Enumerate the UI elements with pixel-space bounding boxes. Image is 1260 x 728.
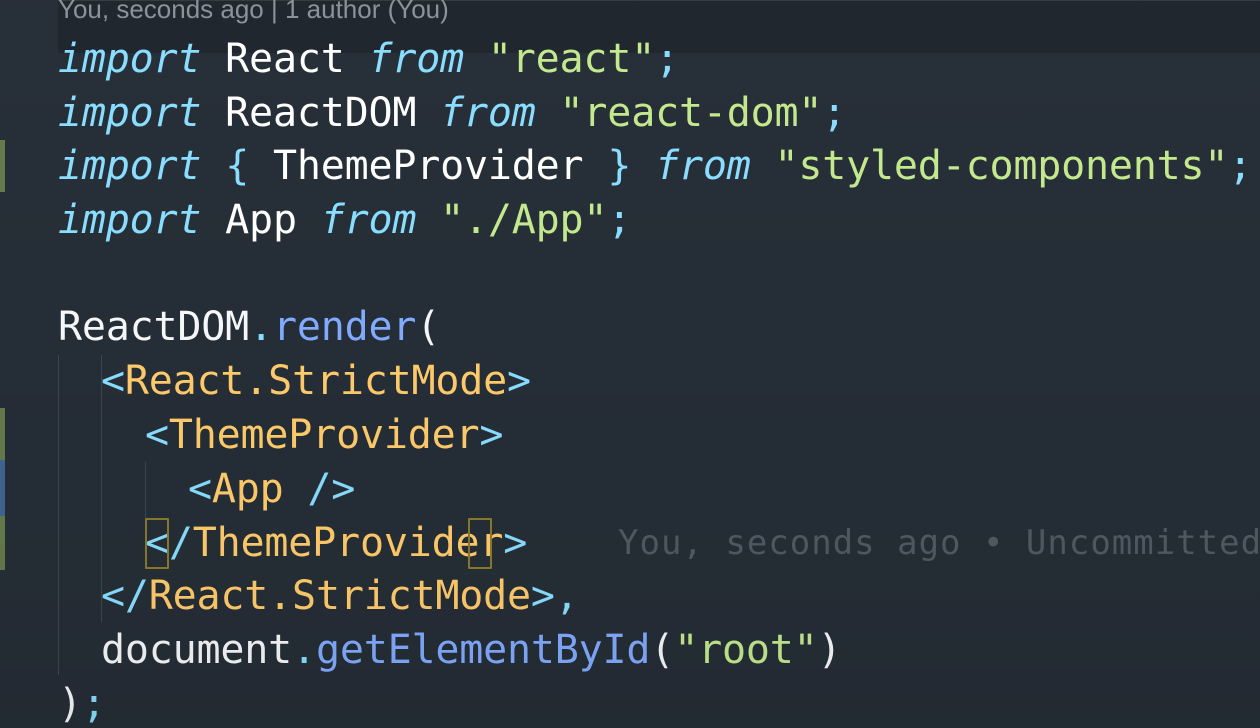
token: . xyxy=(249,304,273,350)
token: ; xyxy=(607,197,632,243)
token: render xyxy=(272,304,417,350)
token: < xyxy=(188,466,212,512)
token: import xyxy=(58,197,202,243)
token: "./App" xyxy=(440,197,608,243)
token: "react-dom" xyxy=(559,90,823,136)
token: from xyxy=(440,90,536,136)
code-line-jsx-open-strictmode[interactable]: <React.StrictMode> xyxy=(0,355,531,408)
token: ; xyxy=(1228,143,1253,189)
token: from xyxy=(655,143,751,189)
token: > xyxy=(503,520,528,566)
token: ReactDOM xyxy=(58,304,250,350)
token: getElementById xyxy=(315,627,651,673)
bracket-match-close-angle xyxy=(468,518,492,569)
token: import xyxy=(58,143,202,189)
token: ReactDOM xyxy=(201,90,441,136)
inline-blame-annotation[interactable]: You, seconds ago • Uncommitted xyxy=(618,517,1260,570)
token: ( xyxy=(650,627,675,673)
token: import xyxy=(58,36,202,82)
token: ThemeProvider xyxy=(192,520,504,566)
code-line-reactdom-render-call[interactable]: ReactDOM.render( xyxy=(0,301,440,354)
code-line-import-themeprovider[interactable]: import { ThemeProvider } from "styled-co… xyxy=(0,140,1252,193)
token: < xyxy=(145,412,169,458)
code-line-import-react[interactable]: import React from "react"; xyxy=(0,33,679,86)
token: React.StrictMode xyxy=(148,573,531,619)
token: > xyxy=(507,358,531,404)
token: App xyxy=(201,197,321,243)
token: > xyxy=(530,573,555,619)
code-line-closing-paren-semicolon[interactable]: ); xyxy=(0,678,106,728)
token: ( xyxy=(416,304,441,350)
token: "root" xyxy=(674,627,818,673)
token: import xyxy=(58,90,202,136)
token: from xyxy=(320,197,417,243)
token: ThemeProvider xyxy=(168,412,480,458)
code-line-import-reactdom[interactable]: import ReactDOM from "react-dom"; xyxy=(0,87,846,140)
token: . xyxy=(292,627,316,673)
bracket-match-open-angle xyxy=(145,518,169,569)
code-editor[interactable]: You, seconds ago | 1 author (You) import… xyxy=(0,0,1260,728)
token: /> xyxy=(307,466,356,512)
token: "styled-components" xyxy=(774,143,1229,189)
token: ; xyxy=(822,90,847,136)
token: < xyxy=(101,358,125,404)
code-line-jsx-app-selfclosing[interactable]: <App /> xyxy=(0,463,355,516)
token: from xyxy=(368,36,465,82)
token: , xyxy=(554,573,579,619)
token: > xyxy=(479,412,504,458)
token: ThemeProvider xyxy=(249,143,608,189)
code-line-jsx-open-themeprovider[interactable]: <ThemeProvider> xyxy=(0,409,503,462)
token: } xyxy=(607,143,632,189)
token: ) xyxy=(58,681,82,727)
token: ; xyxy=(655,36,679,82)
code-line-jsx-close-themeprovider[interactable]: </ThemeProvider> xyxy=(0,517,527,570)
code-line-jsx-close-strictmode[interactable]: </React.StrictMode>, xyxy=(0,570,579,623)
token: "react" xyxy=(487,36,656,82)
token: React xyxy=(201,36,369,82)
token: document xyxy=(101,627,293,673)
token: App xyxy=(211,466,308,512)
token: { xyxy=(225,143,250,189)
code-line-import-app[interactable]: import App from "./App"; xyxy=(0,194,631,247)
token: ; xyxy=(81,681,106,727)
token: React.StrictMode xyxy=(124,358,508,404)
token: </ xyxy=(101,573,149,619)
code-line-document-getelementbyid[interactable]: document.getElementById("root") xyxy=(0,624,842,677)
codelens-blame[interactable]: You, seconds ago | 1 author (You) xyxy=(58,0,449,24)
token: ) xyxy=(817,627,842,673)
